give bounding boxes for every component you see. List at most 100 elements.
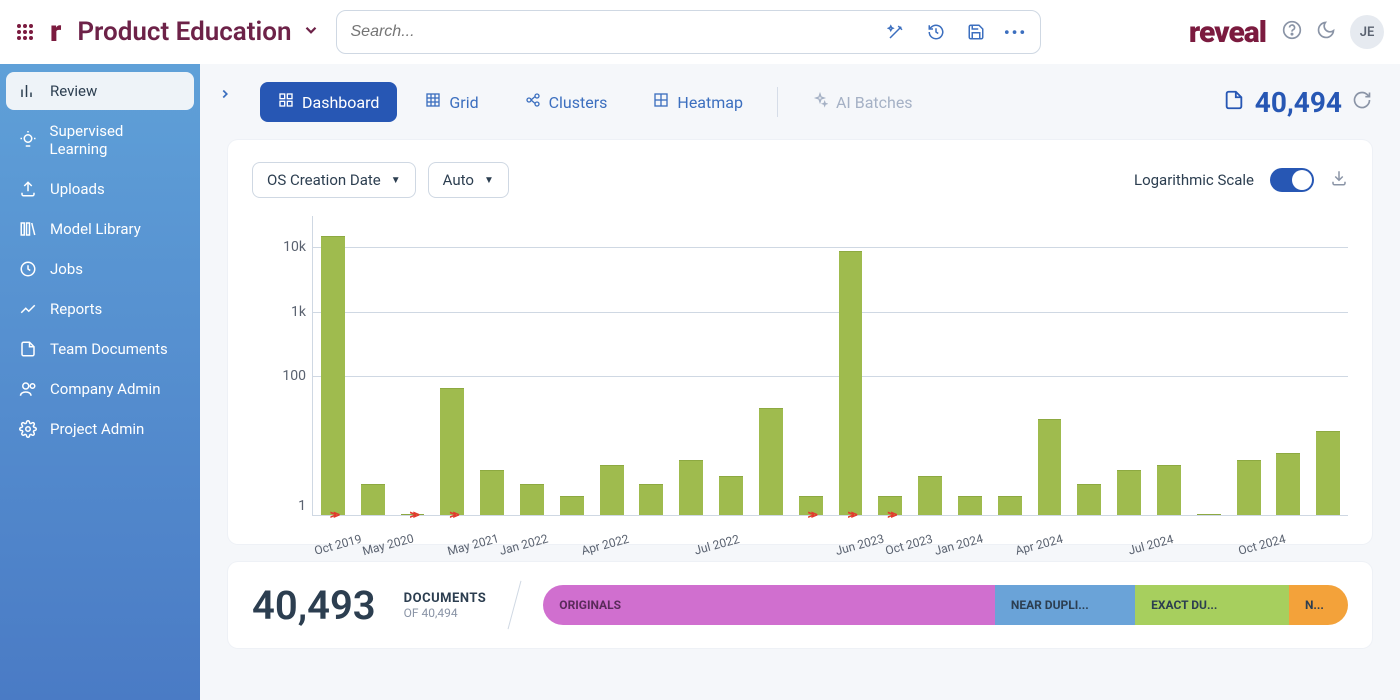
- more-icon[interactable]: •••: [1006, 22, 1026, 42]
- grid-icon: [425, 92, 441, 112]
- brand-logo: reveal: [1189, 15, 1266, 50]
- log-scale-toggle[interactable]: [1270, 168, 1314, 192]
- download-icon[interactable]: [1330, 169, 1348, 191]
- x-axis-label: [982, 534, 1016, 556]
- chart-bar[interactable]: [839, 251, 863, 515]
- chart-bar[interactable]: [520, 484, 544, 515]
- x-axis-label: Jul 2022: [692, 532, 740, 557]
- chart-bar[interactable]: [1038, 419, 1062, 515]
- sidebar-item-label: Jobs: [50, 260, 83, 278]
- sidebar-item-team-documents[interactable]: Team Documents: [6, 330, 194, 368]
- segment-near-dup[interactable]: NEAR DUPLI...: [995, 585, 1135, 625]
- chart-bar[interactable]: [1276, 453, 1300, 515]
- magic-wand-icon[interactable]: [886, 22, 906, 42]
- segment-originals[interactable]: ORIGINALS: [543, 585, 995, 625]
- sidebar-item-label: Supervised Learning: [50, 122, 182, 158]
- chart-bar[interactable]: [560, 496, 584, 515]
- refresh-icon[interactable]: [1352, 90, 1372, 114]
- sidebar-item-label: Team Documents: [50, 340, 168, 358]
- divider: [508, 581, 522, 630]
- chart-bar[interactable]: [958, 496, 982, 515]
- apps-grid-icon[interactable]: [16, 23, 34, 41]
- tab-separator: [777, 87, 778, 117]
- moon-icon[interactable]: [1316, 20, 1336, 44]
- document-icon: [18, 340, 38, 358]
- x-axis-label: [1094, 534, 1128, 556]
- chart-bar[interactable]: [1237, 460, 1261, 515]
- x-axis-label: [660, 534, 694, 556]
- time-gap-icon: >>: [449, 507, 455, 523]
- project-switcher[interactable]: Product Education: [77, 17, 319, 47]
- sidebar-item-supervised-learning[interactable]: Supervised Learning: [6, 112, 194, 168]
- search-input[interactable]: [351, 23, 886, 41]
- sidebar-item-review[interactable]: Review: [6, 72, 194, 110]
- chart-bar[interactable]: [639, 484, 663, 515]
- sidebar-item-uploads[interactable]: Uploads: [6, 170, 194, 208]
- duplicate-breakdown-bar[interactable]: ORIGINALS NEAR DUPLI... EXACT DU... N...: [543, 585, 1348, 625]
- brand-r[interactable]: r: [50, 17, 61, 47]
- chart-bar[interactable]: [321, 236, 345, 515]
- tab-grid[interactable]: Grid: [407, 82, 496, 122]
- x-axis-label: [770, 534, 804, 556]
- chevron-down-icon: [302, 21, 320, 43]
- x-axis-label: [738, 534, 772, 556]
- document-total-label: OF 40,494: [404, 606, 487, 620]
- x-axis-label: May 2020: [361, 531, 415, 558]
- segment-near-exact[interactable]: N...: [1289, 585, 1348, 625]
- y-axis-tick: 100: [282, 368, 306, 384]
- history-icon[interactable]: [926, 22, 946, 42]
- x-axis-label: Jan 2024: [933, 532, 985, 558]
- save-icon[interactable]: [966, 22, 986, 42]
- segment-exact-dup[interactable]: EXACT DU...: [1135, 585, 1289, 625]
- chart-bar[interactable]: [1316, 431, 1340, 515]
- help-icon[interactable]: [1282, 20, 1302, 44]
- time-gap-icon: >>: [330, 507, 336, 523]
- x-axis-label: Oct 2023: [884, 532, 934, 558]
- avatar[interactable]: JE: [1350, 15, 1384, 49]
- tab-ai-batches[interactable]: AI Batches: [794, 82, 931, 122]
- time-gap-icon: >>: [409, 507, 415, 523]
- chart-bar[interactable]: [759, 408, 783, 515]
- chart-bar[interactable]: [998, 496, 1022, 515]
- x-axis-label: [1285, 534, 1319, 556]
- sidebar-item-reports[interactable]: Reports: [6, 290, 194, 328]
- chart-plot[interactable]: >>>>>>>>>>>>: [312, 216, 1348, 516]
- chart-bar[interactable]: [1077, 484, 1101, 515]
- chart-bar[interactable]: [480, 470, 504, 515]
- chart-bar[interactable]: [600, 465, 624, 515]
- record-count-value: 40,494: [1255, 86, 1342, 119]
- chart-bar[interactable]: [361, 484, 385, 515]
- caret-down-icon: ▼: [484, 175, 494, 186]
- chart-bar[interactable]: [1157, 465, 1181, 515]
- search-box[interactable]: •••: [336, 10, 1041, 54]
- chart-bar[interactable]: [440, 388, 464, 515]
- x-axis-label: [414, 534, 448, 556]
- field-dropdown[interactable]: OS Creation Date ▼: [252, 162, 416, 198]
- upload-icon: [18, 180, 38, 198]
- sidebar-item-label: Project Admin: [50, 420, 144, 438]
- sidebar-item-label: Reports: [50, 300, 102, 318]
- interval-dropdown[interactable]: Auto ▼: [428, 162, 509, 198]
- tab-dashboard[interactable]: Dashboard: [260, 82, 397, 122]
- sidebar-item-company-admin[interactable]: Company Admin: [6, 370, 194, 408]
- tab-heatmap[interactable]: Heatmap: [635, 82, 761, 122]
- view-tabs: Dashboard Grid Clusters Heatmap AI Batch…: [200, 64, 1400, 140]
- library-icon: [18, 220, 38, 238]
- chart-bar[interactable]: [918, 476, 942, 515]
- sidebar-item-jobs[interactable]: Jobs: [6, 250, 194, 288]
- summary-panel: 40,493 DOCUMENTS OF 40,494 ORIGINALS NEA…: [228, 562, 1372, 648]
- collapse-sidebar-icon[interactable]: [218, 86, 232, 105]
- x-axis-label: Oct 2019: [313, 532, 363, 558]
- chart-bar[interactable]: [1197, 514, 1221, 515]
- x-axis-label: [548, 534, 582, 556]
- dropdown-label: OS Creation Date: [267, 171, 381, 189]
- tab-label: AI Batches: [836, 93, 913, 112]
- chart-bar[interactable]: [1117, 470, 1141, 515]
- tab-clusters[interactable]: Clusters: [507, 82, 626, 122]
- chart-bar[interactable]: [679, 460, 703, 515]
- y-axis-tick: 10k: [283, 239, 306, 255]
- sidebar-item-project-admin[interactable]: Project Admin: [6, 410, 194, 448]
- sidebar-item-model-library[interactable]: Model Library: [6, 210, 194, 248]
- sidebar-item-label: Company Admin: [50, 380, 161, 398]
- chart-bar[interactable]: [719, 476, 743, 515]
